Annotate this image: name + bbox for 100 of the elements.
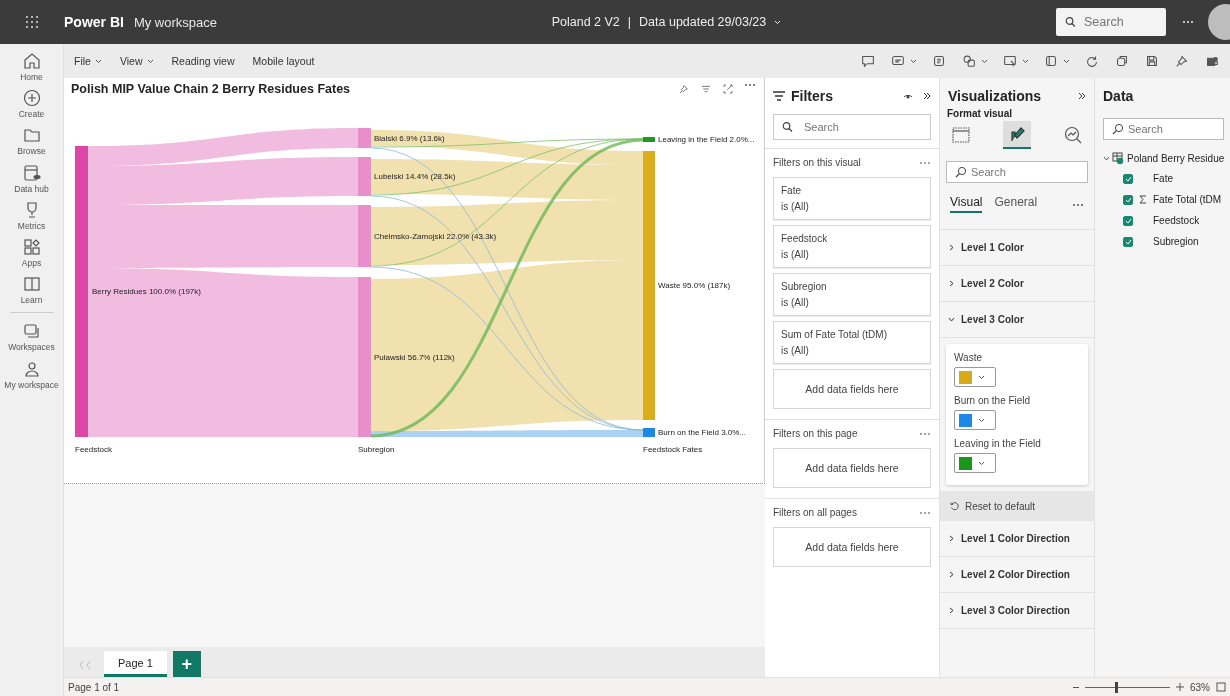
shapes-icon [961, 53, 977, 69]
search-field[interactable]: Search [773, 114, 931, 140]
format-section[interactable]: Level 1 Color [940, 230, 1094, 266]
pane-title: Filters [791, 88, 833, 104]
text-box-icon [931, 53, 947, 69]
menu-item[interactable]: Reading view [171, 55, 235, 67]
format-tab[interactable]: Visual [950, 193, 983, 213]
format-section[interactable]: Level 3 Color Direction [940, 593, 1094, 629]
filter-card[interactable]: Subregion is (All) [773, 273, 931, 316]
mode-tab[interactable] [1003, 121, 1031, 149]
level-label: Feedstock Fates [643, 445, 703, 454]
sankey-node [358, 157, 371, 196]
pin-icon [1174, 53, 1190, 69]
data-updated-label[interactable]: Data updated 29/03/23 [639, 15, 767, 29]
collapse-icon[interactable] [923, 92, 931, 100]
more-icon[interactable] [1182, 20, 1194, 24]
format-section[interactable]: Level 3 Color [940, 302, 1094, 338]
level-label: Subregion [358, 445, 395, 454]
drop-zone[interactable]: Add data fields here [773, 448, 931, 488]
filter-card[interactable]: Fate is (All) [773, 177, 931, 220]
color-label: Waste [954, 352, 983, 363]
report-name: Poland 2 V2 [551, 15, 620, 29]
format-section[interactable]: Level 2 Color Direction [940, 557, 1094, 593]
field-item[interactable]: Fate Total (tDM [1095, 189, 1230, 210]
nav-item[interactable]: Learn [0, 273, 63, 306]
chevron-down-icon [1103, 154, 1110, 162]
sigma-icon [1139, 194, 1147, 204]
zoom-thumb[interactable] [1114, 681, 1118, 693]
caret-icon [981, 58, 988, 64]
more-icon[interactable] [744, 83, 756, 87]
nav-item[interactable]: Data hub [0, 161, 63, 194]
nav-item[interactable]: Metrics [0, 198, 63, 231]
section-title: Filters on this visual [773, 157, 861, 168]
menu-item[interactable]: File [74, 55, 102, 67]
page-info: Page 1 of 1 [68, 681, 120, 693]
copy-icon [1114, 53, 1130, 69]
format-tab[interactable]: General [994, 193, 1038, 213]
caret-icon [978, 460, 985, 466]
nav-item[interactable]: Create [0, 87, 63, 120]
search-field[interactable]: Search [1103, 118, 1224, 140]
eye-icon[interactable] [903, 92, 913, 100]
checkbox[interactable] [1123, 173, 1133, 184]
checkbox[interactable] [1123, 215, 1133, 226]
nav-item[interactable]: Workspaces [0, 320, 63, 353]
nav-item[interactable]: Apps [0, 235, 63, 269]
caret-icon [94, 58, 102, 64]
fit-page-icon[interactable] [1216, 682, 1226, 692]
filter-card[interactable]: Sum of Fate Total (tDM) is (All) [773, 321, 931, 364]
check-icon [1124, 196, 1132, 203]
app-name[interactable]: Power BI [64, 14, 124, 30]
color-picker[interactable] [954, 367, 996, 387]
workspace-link[interactable]: My workspace [133, 14, 217, 30]
menu-item[interactable]: View [119, 55, 154, 67]
node-label: Burn on the Field 3.0%... [658, 428, 747, 437]
node-label: Pulawski 56.7% (112k) [374, 353, 455, 362]
format-section[interactable]: Level 1 Color Direction [940, 521, 1094, 557]
caret-icon [910, 58, 917, 64]
checkbox[interactable] [1123, 236, 1133, 247]
nav-item[interactable]: Home [0, 50, 63, 83]
format-section[interactable]: Level 2 Color [940, 266, 1094, 302]
color-picker[interactable] [954, 453, 996, 473]
check-icon [1124, 175, 1132, 182]
node-label: Leaving in the Field 2.0%... [658, 135, 755, 144]
drop-zone[interactable]: Add data fields here [773, 527, 931, 567]
app-launcher-icon[interactable] [26, 16, 38, 28]
check-icon [1124, 238, 1132, 245]
table-icon [950, 124, 972, 146]
collapse-icon[interactable] [1078, 92, 1086, 100]
drop-zone[interactable]: Add data fields here [773, 369, 931, 409]
checkbox[interactable] [1123, 194, 1133, 205]
node-label: Bialski 6.9% (13.6k) [374, 134, 445, 143]
caret-icon [1063, 58, 1070, 64]
chevron-right-icon [948, 535, 955, 542]
search-field[interactable]: Search [946, 161, 1088, 183]
table-item[interactable]: Poland Berry Residue [1095, 148, 1230, 168]
nav-item[interactable]: My workspace [0, 357, 63, 390]
more-icon[interactable] [1072, 203, 1084, 207]
zoom-level: 63% [1190, 681, 1210, 693]
search-field[interactable]: Search [1056, 8, 1166, 36]
field-item[interactable]: Fate [1095, 168, 1230, 189]
chevron-right-icon [948, 571, 955, 578]
check-icon [1124, 217, 1132, 224]
separator: | [627, 15, 632, 29]
zoom-in-icon[interactable] [1176, 683, 1184, 691]
caret-icon [1022, 58, 1029, 64]
chevron-right-icon [948, 244, 955, 251]
reset-button[interactable]: Reset to default [940, 491, 1094, 521]
filter-icon [700, 83, 712, 95]
field-item[interactable]: Feedstock [1095, 210, 1230, 231]
page-tab[interactable]: Page 1 [104, 651, 167, 677]
nav-item[interactable]: Browse [0, 124, 63, 157]
window-icon [1043, 53, 1059, 69]
filter-card[interactable]: Feedstock is (All) [773, 225, 931, 268]
sankey-node [358, 128, 371, 148]
menu-item[interactable]: Mobile layout [252, 55, 315, 67]
node-label: Chelmsko-Zamojski 22.0% (43.3k) [374, 232, 497, 241]
chevron-right-icon [948, 607, 955, 614]
color-picker[interactable] [954, 410, 996, 430]
field-item[interactable]: Subregion [1095, 231, 1230, 252]
add-page-button[interactable]: + [172, 651, 201, 677]
